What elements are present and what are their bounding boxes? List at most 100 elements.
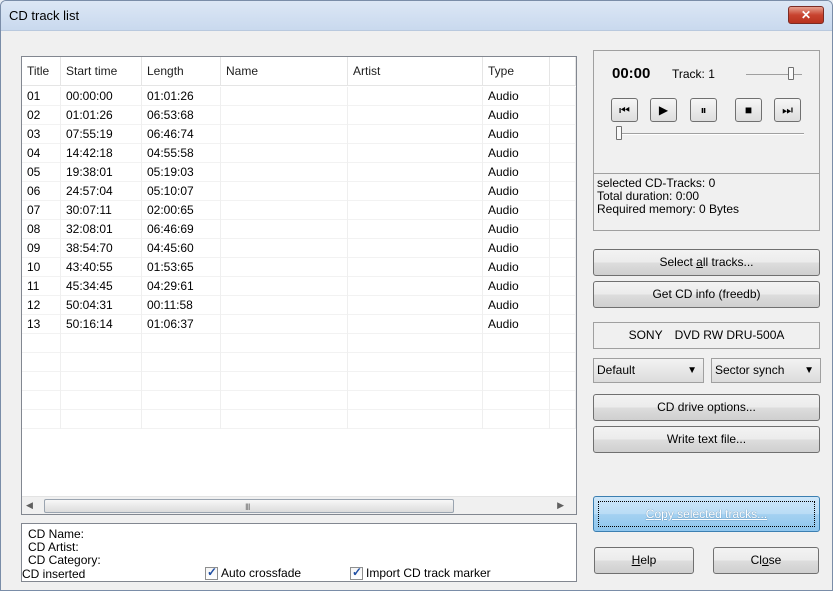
get-cd-info-button[interactable]: Get CD info (freedb) [593,281,820,308]
table-row[interactable]: 04 14:42:18 04:55:58 Audio [22,144,576,163]
table-row[interactable]: 03 07:55:19 06:46:74 Audio [22,125,576,144]
empty-table-row [22,372,576,391]
column-header-type[interactable]: Type [483,57,550,86]
checkbox-checked-icon[interactable] [205,565,218,580]
empty-table-row [22,391,576,410]
scrollbar-thumb[interactable]: III [44,499,454,513]
title-bar: CD track list ✕ [1,1,832,31]
column-header-title[interactable]: Title [22,57,61,86]
import-marker-checkbox[interactable]: Import CD track marker [350,565,491,580]
cell-artist [348,87,483,106]
column-header-length[interactable]: Length [142,57,221,86]
close-button[interactable]: Close [713,547,819,574]
column-header-name[interactable]: Name [221,57,348,86]
profile-select[interactable]: Default ▼ [593,358,704,383]
table-row[interactable]: 10 43:40:55 01:53:65 Audio [22,258,576,277]
cell-length: 06:53:68 [142,106,221,125]
cell-artist [348,239,483,258]
empty-cell [142,391,221,410]
cell-title: 03 [22,125,61,144]
table-row[interactable]: 08 32:08:01 06:46:69 Audio [22,220,576,239]
next-track-button[interactable]: ⏭ [774,98,801,122]
cell-start-time: 43:40:55 [61,258,142,277]
column-header-artist[interactable]: Artist [348,57,483,86]
cd-artist-label: CD Artist: [28,540,79,554]
stop-button[interactable]: ■ [735,98,762,122]
table-row[interactable]: 13 50:16:14 01:06:37 Audio [22,315,576,334]
cell-name [221,220,348,239]
cell-name [221,258,348,277]
auto-crossfade-checkbox[interactable]: Auto crossfade [205,565,301,580]
table-row[interactable]: 11 45:34:45 04:29:61 Audio [22,277,576,296]
column-header-start-time[interactable]: Start time [61,57,142,86]
scroll-left-icon[interactable]: ◀ [26,500,33,511]
horizontal-scrollbar[interactable]: ◀ III ▶ [22,496,576,514]
pause-button[interactable]: ⏸ [690,98,717,122]
cell-extra [550,277,576,296]
select-all-tracks-button[interactable]: Select all tracks... [593,249,820,276]
write-text-file-label: Write text file... [666,432,747,446]
help-button[interactable]: Help [594,547,694,574]
empty-cell [483,372,550,391]
seek-slider-knob[interactable] [616,126,622,140]
empty-cell [61,334,142,353]
scroll-right-icon[interactable]: ▶ [557,500,564,511]
cell-artist [348,277,483,296]
prev-track-icon: ⏮ [619,103,630,117]
close-label-post: se [768,553,782,567]
stop-icon: ■ [744,103,753,117]
drive-vendor: SONY [628,328,663,342]
copy-selected-tracks-button[interactable]: Copy selected tracks... [593,496,820,532]
table-row[interactable]: 05 19:38:01 05:19:03 Audio [22,163,576,182]
column-header-extra[interactable] [550,57,576,86]
table-row[interactable]: 02 01:01:26 06:53:68 Audio [22,106,576,125]
cd-name-label: CD Name: [28,527,85,541]
track-table[interactable]: Title Start time Length Name Artist Type… [21,56,577,515]
track-number: Track: 1 [672,67,715,81]
cell-extra [550,239,576,258]
cell-name [221,201,348,220]
cd-drive-options-button[interactable]: CD drive options... [593,394,820,421]
cell-start-time: 50:04:31 [61,296,142,315]
empty-cell [550,334,576,353]
select-all-label-pre: Select [659,255,697,269]
checkbox-checked-icon[interactable] [350,565,363,580]
mode-select[interactable]: Sector synch ▼ [711,358,821,383]
play-button[interactable]: ▶ [650,98,677,122]
volume-slider-knob[interactable] [788,67,794,80]
empty-cell [221,372,348,391]
cell-start-time: 14:42:18 [61,144,142,163]
cell-title: 06 [22,182,61,201]
cell-extra [550,163,576,182]
cell-type: Audio [483,125,550,144]
cell-title: 08 [22,220,61,239]
table-row[interactable]: 06 24:57:04 05:10:07 Audio [22,182,576,201]
empty-cell [348,391,483,410]
empty-cell [483,391,550,410]
table-row[interactable]: 12 50:04:31 00:11:58 Audio [22,296,576,315]
import-marker-label: Import CD track marker [366,566,491,580]
cell-type: Audio [483,239,550,258]
next-track-icon: ⏭ [782,103,793,117]
cell-title: 12 [22,296,61,315]
empty-cell [22,372,61,391]
cell-artist [348,125,483,144]
table-row[interactable]: 07 30:07:11 02:00:65 Audio [22,201,576,220]
empty-table-row [22,353,576,372]
cell-name [221,182,348,201]
cell-artist [348,144,483,163]
cell-length: 05:19:03 [142,163,221,182]
table-row[interactable]: 01 00:00:00 01:01:26 Audio [22,87,576,106]
empty-cell [483,353,550,372]
cell-type: Audio [483,258,550,277]
write-text-file-button[interactable]: Write text file... [593,426,820,453]
cell-length: 04:29:61 [142,277,221,296]
cell-type: Audio [483,182,550,201]
table-row[interactable]: 09 38:54:70 04:45:60 Audio [22,239,576,258]
cell-name [221,87,348,106]
close-window-button[interactable]: ✕ [788,6,824,24]
seek-slider-track[interactable] [616,133,804,135]
empty-cell [550,410,576,429]
empty-cell [61,410,142,429]
prev-track-button[interactable]: ⏮ [611,98,638,122]
